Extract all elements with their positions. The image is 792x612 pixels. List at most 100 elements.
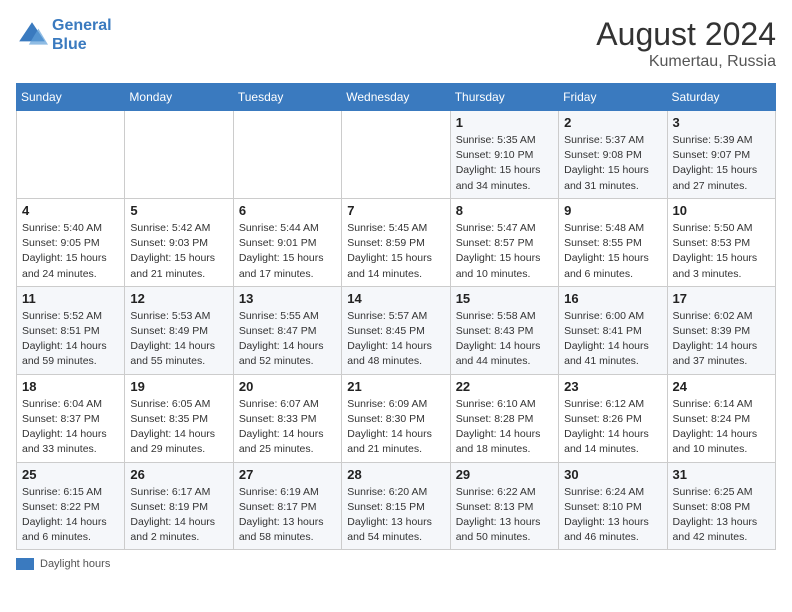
day-info: Sunrise: 5:42 AM Sunset: 9:03 PM Dayligh… — [130, 221, 227, 282]
calendar-cell: 28 Sunrise: 6:20 AM Sunset: 8:15 PM Dayli… — [342, 462, 450, 550]
day-info: Sunrise: 6:20 AM Sunset: 8:15 PM Dayligh… — [347, 485, 444, 546]
calendar-cell: 26 Sunrise: 6:17 AM Sunset: 8:19 PM Dayli… — [125, 462, 233, 550]
calendar-day-header: Saturday — [667, 84, 775, 111]
calendar-week-row: 18 Sunrise: 6:04 AM Sunset: 8:37 PM Dayli… — [17, 374, 776, 462]
day-number: 19 — [130, 379, 227, 394]
day-number: 20 — [239, 379, 336, 394]
calendar-week-row: 25 Sunrise: 6:15 AM Sunset: 8:22 PM Dayli… — [17, 462, 776, 550]
calendar-day-header: Monday — [125, 84, 233, 111]
day-info: Sunrise: 5:57 AM Sunset: 8:45 PM Dayligh… — [347, 309, 444, 370]
day-number: 11 — [22, 291, 119, 306]
calendar-cell: 24 Sunrise: 6:14 AM Sunset: 8:24 PM Dayli… — [667, 374, 775, 462]
day-number: 13 — [239, 291, 336, 306]
day-info: Sunrise: 5:48 AM Sunset: 8:55 PM Dayligh… — [564, 221, 661, 282]
calendar-table: SundayMondayTuesdayWednesdayThursdayFrid… — [16, 83, 776, 550]
calendar-cell: 23 Sunrise: 6:12 AM Sunset: 8:26 PM Dayli… — [559, 374, 667, 462]
day-number: 7 — [347, 203, 444, 218]
calendar-cell: 22 Sunrise: 6:10 AM Sunset: 8:28 PM Dayli… — [450, 374, 558, 462]
day-info: Sunrise: 5:39 AM Sunset: 9:07 PM Dayligh… — [673, 133, 770, 194]
calendar-cell: 15Sunrise: 5:58 AM Sunset: 8:43 PM Dayli… — [450, 286, 558, 374]
calendar-cell: 16Sunrise: 6:00 AM Sunset: 8:41 PM Dayli… — [559, 286, 667, 374]
calendar-cell: 13 Sunrise: 5:55 AM Sunset: 8:47 PM Dayli… — [233, 286, 341, 374]
page-header: General Blue August 2024 Kumertau, Russi… — [16, 16, 776, 71]
day-number: 14 — [347, 291, 444, 306]
calendar-day-header: Thursday — [450, 84, 558, 111]
day-number: 1 — [456, 115, 553, 130]
day-info: Sunrise: 5:58 AM Sunset: 8:43 PM Dayligh… — [456, 309, 553, 370]
calendar-cell: 6Sunrise: 5:44 AM Sunset: 9:01 PM Daylig… — [233, 198, 341, 286]
day-number: 16 — [564, 291, 661, 306]
calendar-day-header: Friday — [559, 84, 667, 111]
day-info: Sunrise: 6:25 AM Sunset: 8:08 PM Dayligh… — [673, 485, 770, 546]
calendar-cell: 11 Sunrise: 5:52 AM Sunset: 8:51 PM Dayli… — [17, 286, 125, 374]
day-number: 4 — [22, 203, 119, 218]
calendar-cell: 8Sunrise: 5:47 AM Sunset: 8:57 PM Daylig… — [450, 198, 558, 286]
calendar-header-row: SundayMondayTuesdayWednesdayThursdayFrid… — [17, 84, 776, 111]
calendar-week-row: 1 Sunrise: 5:35 AM Sunset: 9:10 PM Daylig… — [17, 111, 776, 199]
day-number: 23 — [564, 379, 661, 394]
day-info: Sunrise: 5:55 AM Sunset: 8:47 PM Dayligh… — [239, 309, 336, 370]
calendar-cell: 25 Sunrise: 6:15 AM Sunset: 8:22 PM Dayli… — [17, 462, 125, 550]
day-info: Sunrise: 5:37 AM Sunset: 9:08 PM Dayligh… — [564, 133, 661, 194]
day-number: 8 — [456, 203, 553, 218]
day-info: Sunrise: 5:45 AM Sunset: 8:59 PM Dayligh… — [347, 221, 444, 282]
calendar-cell: 2 Sunrise: 5:37 AM Sunset: 9:08 PM Daylig… — [559, 111, 667, 199]
calendar-cell: 21 Sunrise: 6:09 AM Sunset: 8:30 PM Dayli… — [342, 374, 450, 462]
calendar-cell: 17 Sunrise: 6:02 AM Sunset: 8:39 PM Dayli… — [667, 286, 775, 374]
day-number: 5 — [130, 203, 227, 218]
day-info: Sunrise: 6:10 AM Sunset: 8:28 PM Dayligh… — [456, 397, 553, 458]
day-number: 22 — [456, 379, 553, 394]
day-number: 24 — [673, 379, 770, 394]
day-number: 26 — [130, 467, 227, 482]
day-info: Sunrise: 6:14 AM Sunset: 8:24 PM Dayligh… — [673, 397, 770, 458]
logo-text: General Blue — [52, 16, 112, 54]
day-info: Sunrise: 5:35 AM Sunset: 9:10 PM Dayligh… — [456, 133, 553, 194]
calendar-week-row: 11 Sunrise: 5:52 AM Sunset: 8:51 PM Dayli… — [17, 286, 776, 374]
day-info: Sunrise: 6:05 AM Sunset: 8:35 PM Dayligh… — [130, 397, 227, 458]
day-number: 2 — [564, 115, 661, 130]
calendar-cell: 19 Sunrise: 6:05 AM Sunset: 8:35 PM Dayli… — [125, 374, 233, 462]
calendar-cell: 18 Sunrise: 6:04 AM Sunset: 8:37 PM Dayli… — [17, 374, 125, 462]
calendar-cell — [342, 111, 450, 199]
calendar-cell: 3 Sunrise: 5:39 AM Sunset: 9:07 PM Daylig… — [667, 111, 775, 199]
day-number: 21 — [347, 379, 444, 394]
day-info: Sunrise: 6:12 AM Sunset: 8:26 PM Dayligh… — [564, 397, 661, 458]
day-number: 28 — [347, 467, 444, 482]
calendar-cell: 1 Sunrise: 5:35 AM Sunset: 9:10 PM Daylig… — [450, 111, 558, 199]
day-info: Sunrise: 5:40 AM Sunset: 9:05 PM Dayligh… — [22, 221, 119, 282]
day-info: Sunrise: 6:15 AM Sunset: 8:22 PM Dayligh… — [22, 485, 119, 546]
calendar-cell: 20 Sunrise: 6:07 AM Sunset: 8:33 PM Dayli… — [233, 374, 341, 462]
title-block: August 2024 Kumertau, Russia — [596, 16, 776, 71]
day-number: 3 — [673, 115, 770, 130]
day-info: Sunrise: 6:07 AM Sunset: 8:33 PM Dayligh… — [239, 397, 336, 458]
calendar-cell: 4 Sunrise: 5:40 AM Sunset: 9:05 PM Daylig… — [17, 198, 125, 286]
calendar-day-header: Sunday — [17, 84, 125, 111]
calendar-cell — [233, 111, 341, 199]
day-number: 27 — [239, 467, 336, 482]
calendar-day-header: Wednesday — [342, 84, 450, 111]
day-info: Sunrise: 5:50 AM Sunset: 8:53 PM Dayligh… — [673, 221, 770, 282]
calendar-cell: 29Sunrise: 6:22 AM Sunset: 8:13 PM Dayli… — [450, 462, 558, 550]
legend: Daylight hours — [16, 558, 776, 570]
location-subtitle: Kumertau, Russia — [596, 53, 776, 71]
day-number: 12 — [130, 291, 227, 306]
day-info: Sunrise: 6:02 AM Sunset: 8:39 PM Dayligh… — [673, 309, 770, 370]
calendar-week-row: 4 Sunrise: 5:40 AM Sunset: 9:05 PM Daylig… — [17, 198, 776, 286]
day-info: Sunrise: 6:04 AM Sunset: 8:37 PM Dayligh… — [22, 397, 119, 458]
logo-icon — [16, 19, 48, 51]
day-info: Sunrise: 6:09 AM Sunset: 8:30 PM Dayligh… — [347, 397, 444, 458]
day-info: Sunrise: 6:19 AM Sunset: 8:17 PM Dayligh… — [239, 485, 336, 546]
day-info: Sunrise: 6:17 AM Sunset: 8:19 PM Dayligh… — [130, 485, 227, 546]
day-number: 17 — [673, 291, 770, 306]
logo: General Blue — [16, 16, 112, 54]
day-number: 10 — [673, 203, 770, 218]
day-info: Sunrise: 5:52 AM Sunset: 8:51 PM Dayligh… — [22, 309, 119, 370]
day-number: 31 — [673, 467, 770, 482]
calendar-cell: 9 Sunrise: 5:48 AM Sunset: 8:55 PM Daylig… — [559, 198, 667, 286]
calendar-day-header: Tuesday — [233, 84, 341, 111]
day-info: Sunrise: 6:24 AM Sunset: 8:10 PM Dayligh… — [564, 485, 661, 546]
day-number: 18 — [22, 379, 119, 394]
day-number: 9 — [564, 203, 661, 218]
day-number: 25 — [22, 467, 119, 482]
logo-blue: Blue — [52, 35, 112, 54]
